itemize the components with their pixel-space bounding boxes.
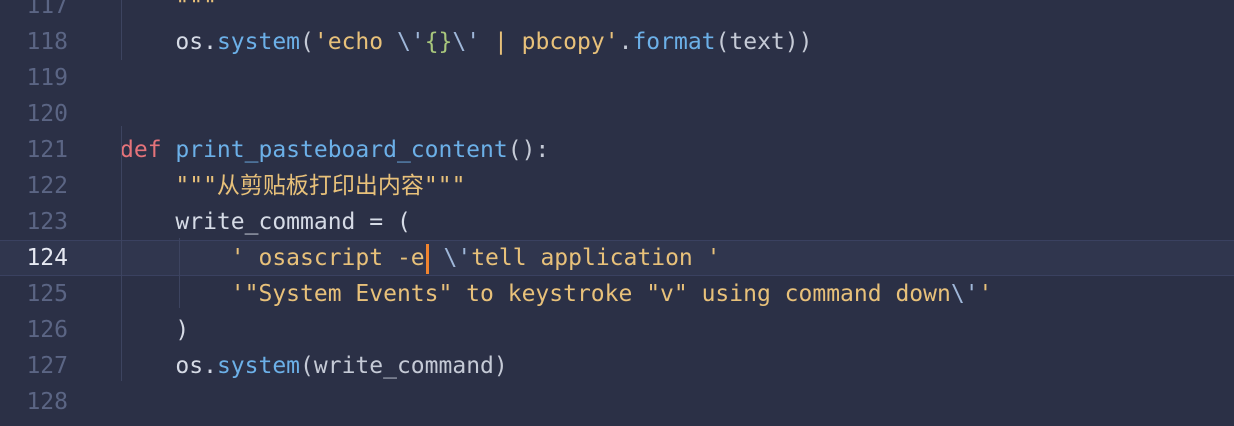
code-token: print_pasteboard_content (175, 137, 508, 163)
code-line[interactable]: 121 def print_pasteboard_content(): (0, 132, 1234, 168)
code-token: """ (120, 0, 217, 19)
line-number: 120 (26, 101, 68, 127)
line-number: 119 (26, 65, 68, 91)
line-number: 124 (26, 245, 68, 271)
code-text[interactable]: ) (120, 312, 189, 348)
code-text[interactable]: os.system('echo \'{}\' | pbcopy'.format(… (120, 24, 812, 60)
code-token: (text)) (715, 29, 813, 55)
code-line[interactable]: 127 os.system(write_command) (0, 348, 1234, 384)
code-token: . (618, 29, 633, 55)
code-line[interactable]: 118 os.system('echo \'{}\' | pbcopy'.for… (0, 24, 1234, 60)
code-line[interactable]: 124 ' osascript -e \'tell application ' (0, 240, 1234, 276)
code-line[interactable]: 126 ) (0, 312, 1234, 348)
code-token: ' osascript -e (120, 245, 425, 271)
code-token: ( (300, 29, 314, 55)
code-token: \' (950, 281, 979, 307)
code-text[interactable]: def print_pasteboard_content(): (120, 132, 549, 168)
code-text[interactable]: ' osascript -e \'tell application ' (120, 241, 720, 275)
code-token: def (120, 137, 176, 163)
code-line[interactable]: 117 """ (0, 0, 1234, 24)
code-editor[interactable]: 117 """ 118 os.system('echo \'{}\' | pbco… (0, 0, 1234, 426)
code-token: ) (120, 317, 190, 343)
code-token: ' (978, 281, 993, 307)
line-number: 121 (26, 137, 68, 163)
code-text[interactable]: os.system(write_command) (120, 348, 508, 384)
line-number: 126 (26, 317, 68, 343)
code-text[interactable]: '"System Events" to keystroke "v" using … (120, 276, 993, 312)
code-token: ' (120, 281, 245, 307)
line-number: 122 (26, 173, 68, 199)
indent-guide (121, 0, 122, 60)
text-cursor (425, 243, 429, 274)
code-line[interactable]: 119 (0, 60, 1234, 96)
code-token: "System Events" to keystroke "v" using c… (244, 281, 951, 307)
code-token: \' (396, 29, 425, 55)
line-number: 128 (26, 389, 68, 415)
code-token: format (632, 29, 716, 55)
line-number: 123 (26, 209, 68, 235)
code-line[interactable]: 128 (0, 384, 1234, 420)
code-token: tell application ' (471, 245, 721, 271)
code-line[interactable]: 125 '"System Events" to keystroke "v" us… (0, 276, 1234, 312)
code-line[interactable]: 122 """从剪贴板打印出内容""" (0, 168, 1234, 204)
code-line[interactable]: 123 write_command = ( (0, 204, 1234, 240)
indent-guide (121, 126, 122, 381)
line-number: 127 (26, 353, 68, 379)
code-token: (write_command) (300, 353, 508, 379)
code-text[interactable]: write_command = ( (120, 204, 411, 240)
code-token: """从剪贴板打印出内容""" (120, 173, 466, 199)
code-token: \' (443, 245, 472, 271)
code-token: write_command = ( (120, 209, 411, 235)
code-token: system (216, 29, 301, 55)
indent-guide (179, 238, 180, 308)
code-text[interactable]: """ (120, 0, 217, 24)
code-token: | pbcopy' (480, 29, 619, 55)
code-token: system (216, 353, 301, 379)
code-token: \' (452, 29, 481, 55)
line-number: 118 (26, 29, 68, 55)
code-token: (): (507, 137, 550, 163)
code-token: 'echo (313, 29, 397, 55)
line-number: 125 (26, 281, 68, 307)
code-text[interactable]: """从剪贴板打印出内容""" (120, 168, 465, 204)
code-token: {} (424, 29, 453, 55)
code-line[interactable]: 120 (0, 96, 1234, 132)
code-token: os. (120, 29, 217, 55)
line-number: 117 (26, 0, 68, 19)
code-token: os. (120, 353, 217, 379)
